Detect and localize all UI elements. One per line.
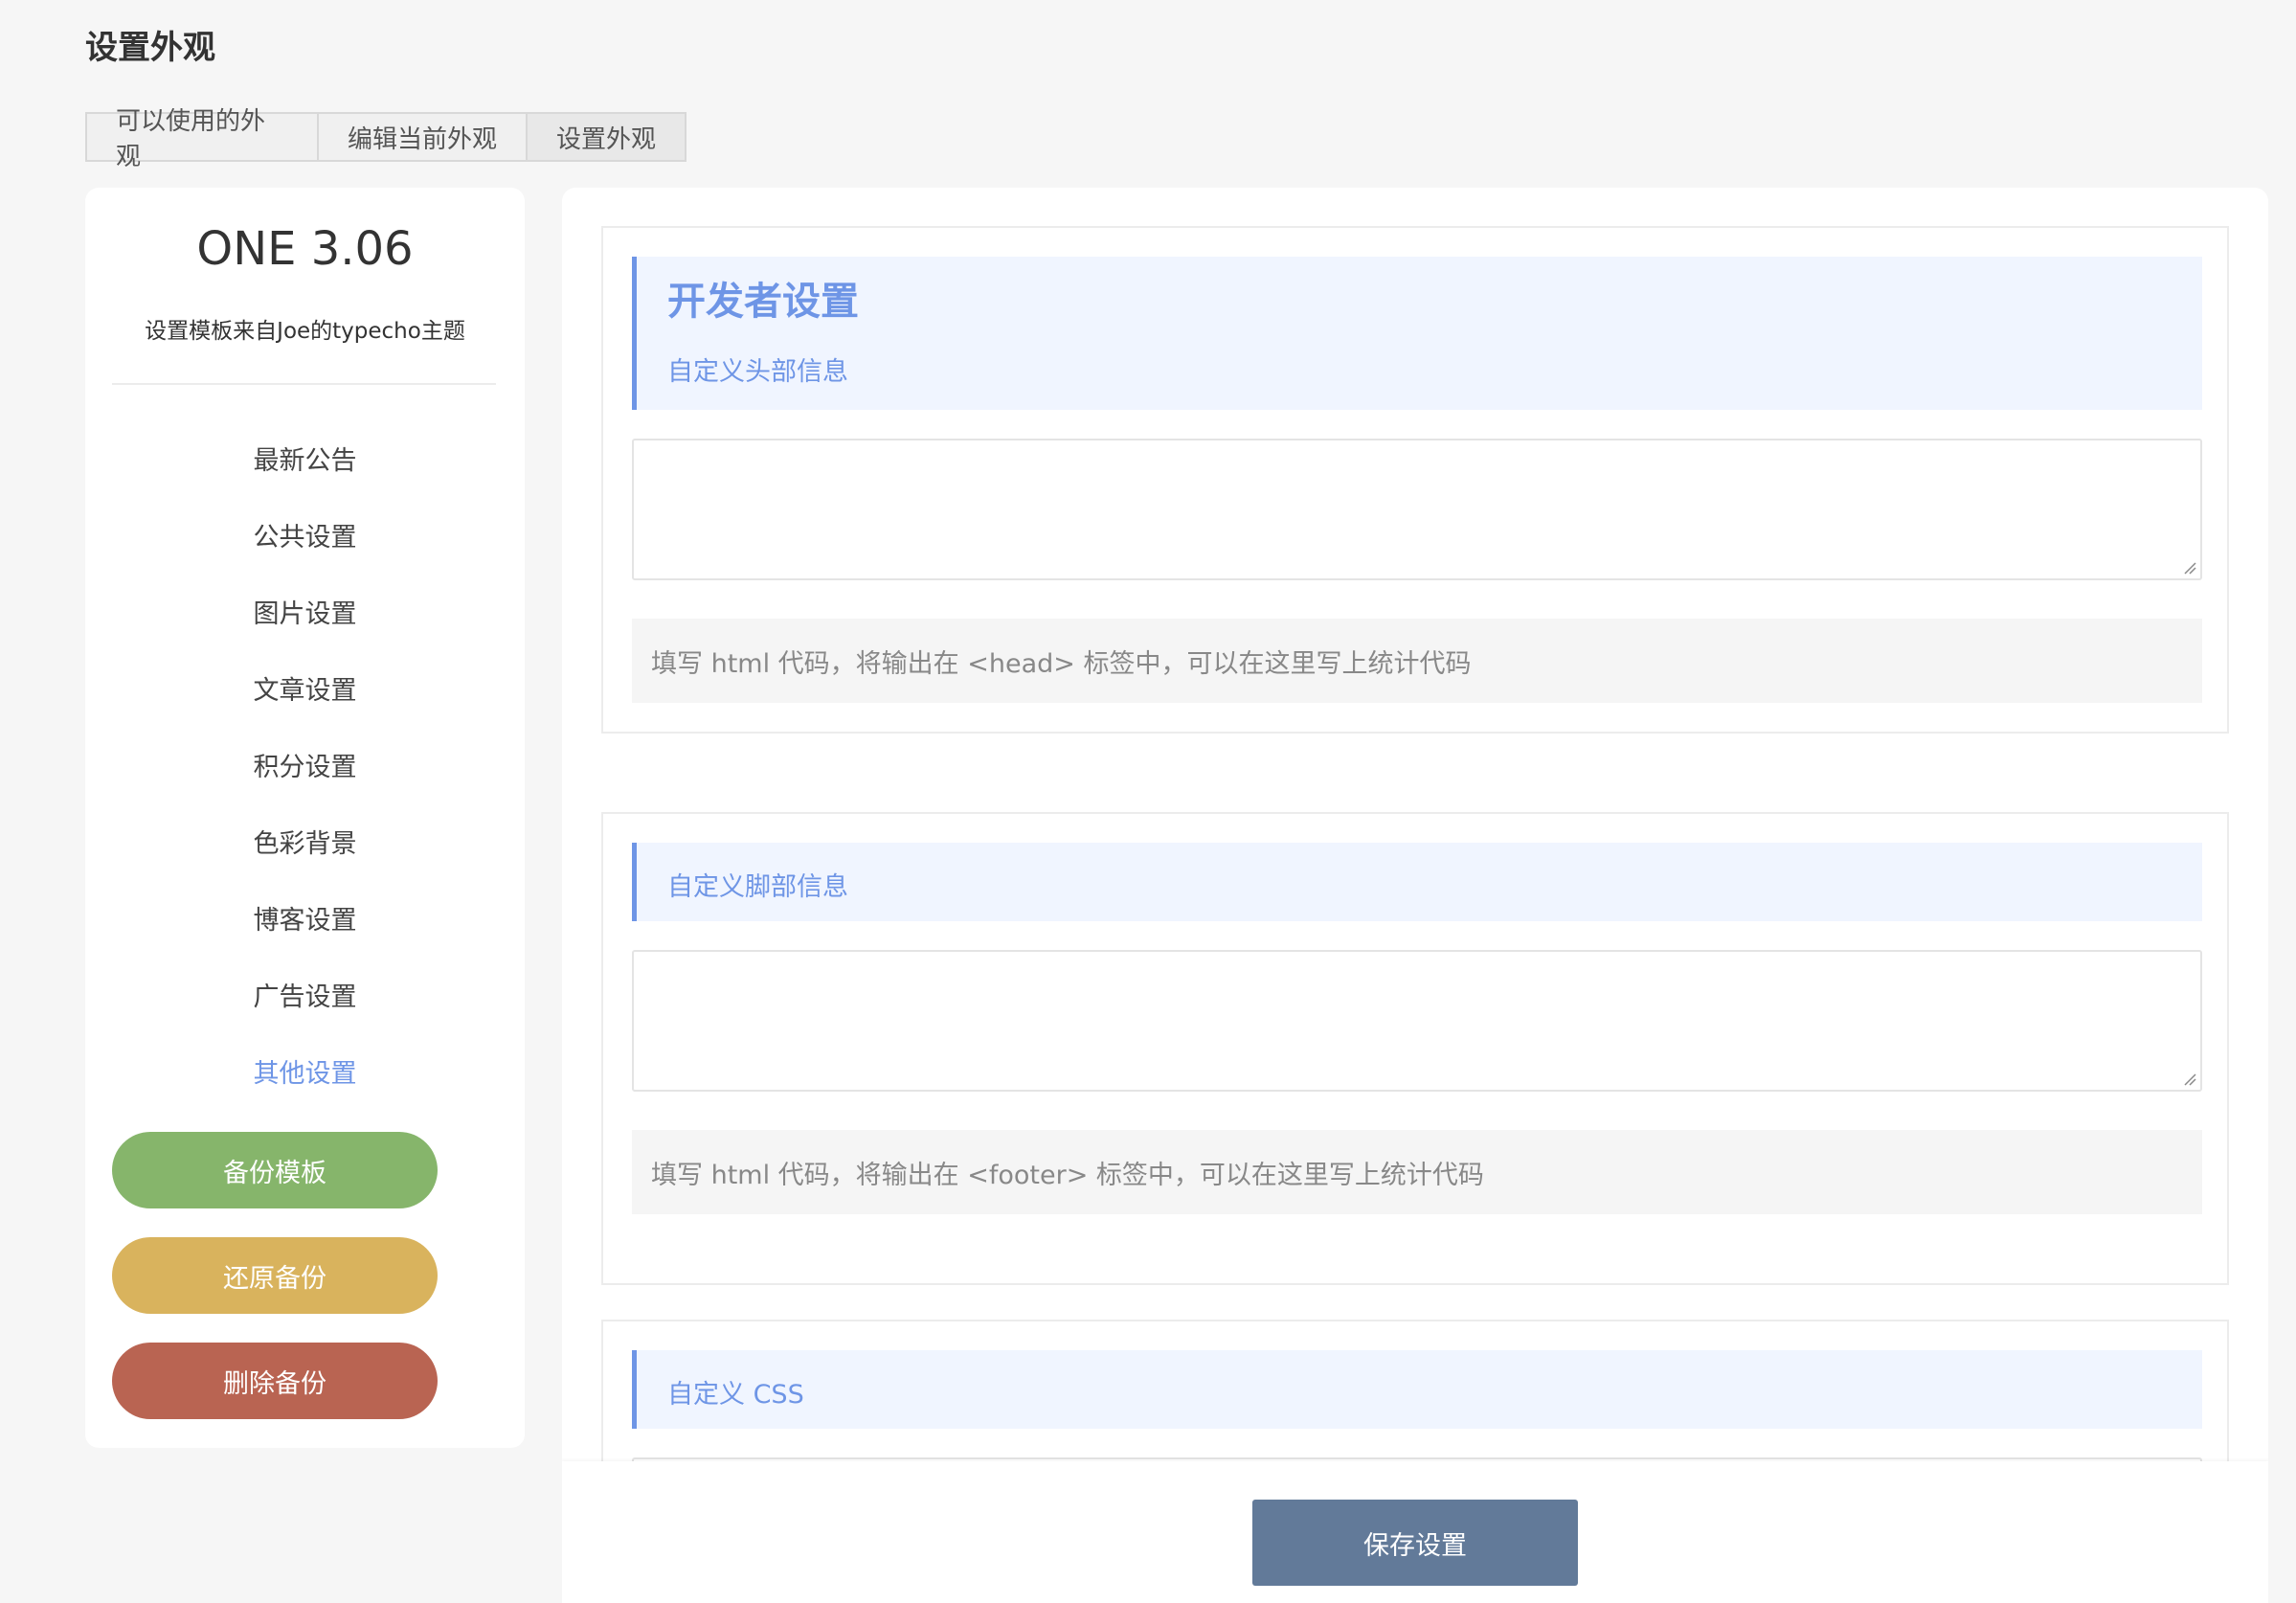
field-label: 自定义脚部信息 xyxy=(667,872,848,902)
tab-edit-current-theme[interactable]: 编辑当前外观 xyxy=(319,114,528,160)
field-hint: 填写 html 代码，将输出在 <footer> 标签中，可以在这里写上统计代码 xyxy=(632,1130,2202,1214)
sidebar-item-other[interactable]: 其他设置 xyxy=(85,1032,525,1109)
section-header: 自定义 CSS xyxy=(632,1350,2202,1429)
custom-head-textarea[interactable] xyxy=(632,439,2202,580)
sidebar-item-images[interactable]: 图片设置 xyxy=(85,573,525,649)
sidebar-item-general[interactable]: 公共设置 xyxy=(85,496,525,573)
sidebar: ONE 3.06 设置模板来自Joe的typecho主题 最新公告 公共设置 图… xyxy=(85,188,525,1448)
sidebar-item-announcements[interactable]: 最新公告 xyxy=(85,419,525,496)
theme-subtitle: 设置模板来自Joe的typecho主题 xyxy=(145,319,465,344)
custom-footer-section: 自定义脚部信息 填写 html 代码，将输出在 <footer> 标签中，可以在… xyxy=(601,812,2229,1285)
field-label: 自定义 CSS xyxy=(667,1380,804,1410)
app-root: 设置外观 可以使用的外观 编辑当前外观 设置外观 ONE 3.06 设置模板来自… xyxy=(0,0,2296,1603)
backup-template-button[interactable]: 备份模板 xyxy=(112,1132,438,1208)
sidebar-item-articles[interactable]: 文章设置 xyxy=(85,649,525,726)
custom-head-section: 开发者设置 自定义头部信息 填写 html 代码，将输出在 <head> 标签中… xyxy=(601,226,2229,734)
sidebar-item-blog[interactable]: 博客设置 xyxy=(85,879,525,956)
section-header: 自定义脚部信息 xyxy=(632,843,2202,921)
delete-backup-button[interactable]: 删除备份 xyxy=(112,1343,438,1419)
tab-available-themes[interactable]: 可以使用的外观 xyxy=(87,107,319,171)
sidebar-divider xyxy=(112,383,496,385)
sidebar-menu: 最新公告 公共设置 图片设置 文章设置 积分设置 色彩背景 博客设置 广告设置 … xyxy=(85,419,525,1109)
tab-bar: 可以使用的外观 编辑当前外观 设置外观 xyxy=(85,107,687,171)
section-title: 开发者设置 xyxy=(667,280,859,324)
field-label: 自定义头部信息 xyxy=(667,357,848,387)
sidebar-item-colors-background[interactable]: 色彩背景 xyxy=(85,802,525,879)
sidebar-item-points[interactable]: 积分设置 xyxy=(85,726,525,802)
save-bar: 保存设置 xyxy=(562,1461,2268,1603)
restore-backup-button[interactable]: 还原备份 xyxy=(112,1237,438,1314)
save-settings-button[interactable]: 保存设置 xyxy=(1252,1500,1578,1586)
section-header: 开发者设置 自定义头部信息 xyxy=(632,257,2202,410)
custom-footer-textarea[interactable] xyxy=(632,950,2202,1092)
theme-name: ONE 3.06 xyxy=(196,222,414,276)
settings-panel: 开发者设置 自定义头部信息 填写 html 代码，将输出在 <head> 标签中… xyxy=(562,188,2268,1603)
resize-handle-icon[interactable] xyxy=(2181,559,2196,575)
page-title: 设置外观 xyxy=(85,29,215,67)
field-hint: 填写 html 代码，将输出在 <head> 标签中，可以在这里写上统计代码 xyxy=(632,619,2202,703)
tab-theme-settings[interactable]: 设置外观 xyxy=(528,114,685,160)
sidebar-item-ads[interactable]: 广告设置 xyxy=(85,956,525,1032)
resize-handle-icon[interactable] xyxy=(2181,1071,2196,1086)
